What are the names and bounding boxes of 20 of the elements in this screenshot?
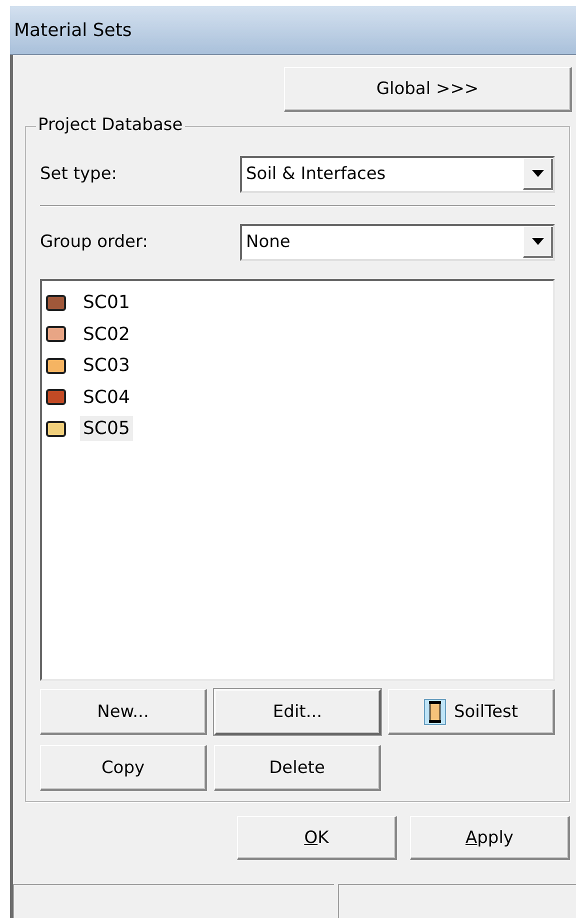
material-item[interactable]: SC01 xyxy=(80,290,133,316)
action-button[interactable]: New... xyxy=(40,689,207,735)
group-order-dropdown[interactable]: None xyxy=(240,224,555,260)
material-item[interactable]: SC03 xyxy=(80,353,133,378)
window-title: Material Sets xyxy=(14,20,132,40)
dialog-button[interactable]: OK xyxy=(237,816,397,860)
set-type-dropdown[interactable]: Soil & Interfaces xyxy=(240,156,555,192)
action-button[interactable]: SoilTest xyxy=(388,689,555,735)
cylinder-icon xyxy=(424,698,446,724)
action-button[interactable]: Delete xyxy=(214,745,381,791)
group-order-label: Group order: xyxy=(40,232,149,252)
set-type-label: Set type: xyxy=(40,164,118,184)
action-button[interactable]: Edit... xyxy=(214,689,381,735)
action-button[interactable]: Copy xyxy=(40,745,207,791)
material-item[interactable]: SC02 xyxy=(80,322,133,347)
dialog-button[interactable]: Apply xyxy=(410,816,570,860)
material-item[interactable]: SC04 xyxy=(80,384,133,410)
group-title: Project Database xyxy=(36,115,185,135)
material-item[interactable]: SC05 xyxy=(80,416,133,442)
global-button[interactable]: Global >>> xyxy=(284,67,572,112)
